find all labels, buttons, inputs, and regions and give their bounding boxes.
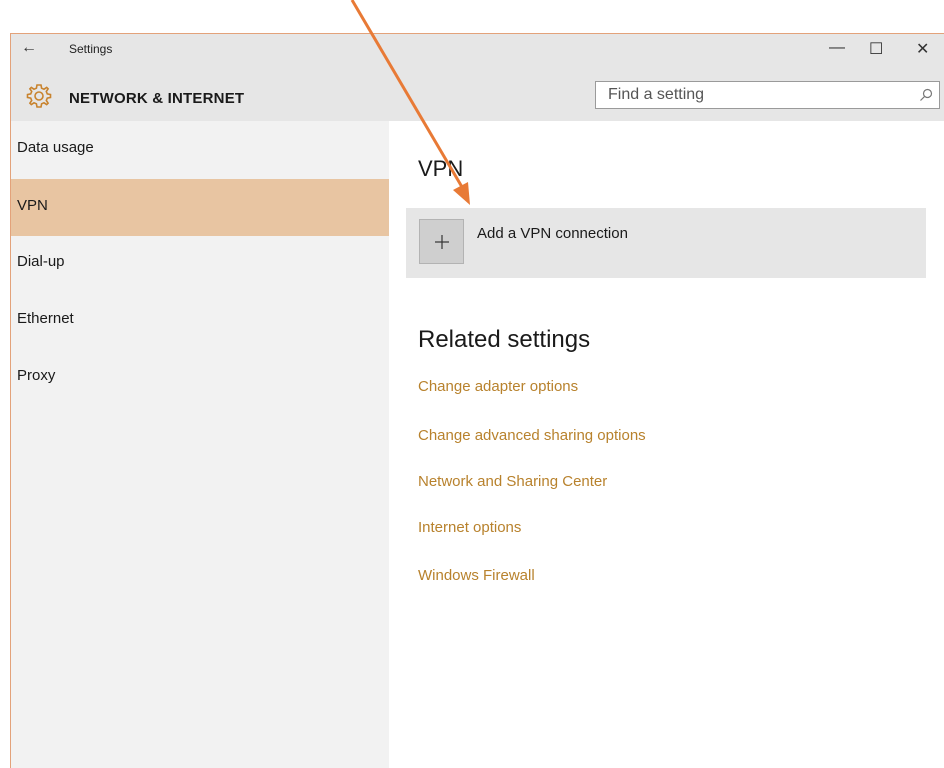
link-network-and-sharing-center[interactable]: Network and Sharing Center: [418, 473, 607, 490]
related-settings-title: Related settings: [418, 326, 591, 353]
page-title: NETWORK & INTERNET: [69, 90, 245, 107]
close-button[interactable]: ✕: [916, 39, 929, 59]
link-windows-firewall[interactable]: Windows Firewall: [418, 567, 535, 584]
header: ← Settings — ☐ ✕ NETWORK & INTERNET: [11, 34, 944, 121]
link-change-adapter-options[interactable]: Change adapter options: [418, 378, 578, 395]
settings-window: ← Settings — ☐ ✕ NETWORK & INTERNET Data…: [10, 33, 944, 768]
link-internet-options[interactable]: Internet options: [418, 519, 521, 536]
sidebar: Data usage VPN Dial-up Ethernet Proxy: [11, 121, 389, 768]
sidebar-item-ethernet[interactable]: Ethernet: [11, 292, 389, 349]
gear-icon: [26, 84, 52, 108]
search-input[interactable]: [596, 82, 906, 108]
sidebar-item-vpn[interactable]: VPN: [11, 179, 389, 236]
plus-icon: [419, 219, 464, 264]
maximize-button[interactable]: ☐: [869, 39, 883, 59]
link-change-advanced-sharing-options[interactable]: Change advanced sharing options: [418, 427, 646, 444]
add-vpn-connection-button[interactable]: Add a VPN connection: [406, 208, 926, 278]
sidebar-item-proxy[interactable]: Proxy: [11, 349, 389, 406]
minimize-button[interactable]: —: [829, 39, 845, 57]
back-button[interactable]: ←: [21, 39, 37, 57]
sidebar-item-dial-up[interactable]: Dial-up: [11, 235, 389, 292]
search-icon[interactable]: [919, 88, 933, 102]
section-title: VPN: [418, 156, 464, 181]
search-box: [595, 81, 940, 109]
add-vpn-label: Add a VPN connection: [477, 225, 628, 242]
sidebar-item-data-usage[interactable]: Data usage: [11, 121, 389, 178]
app-title: Settings: [69, 42, 113, 56]
